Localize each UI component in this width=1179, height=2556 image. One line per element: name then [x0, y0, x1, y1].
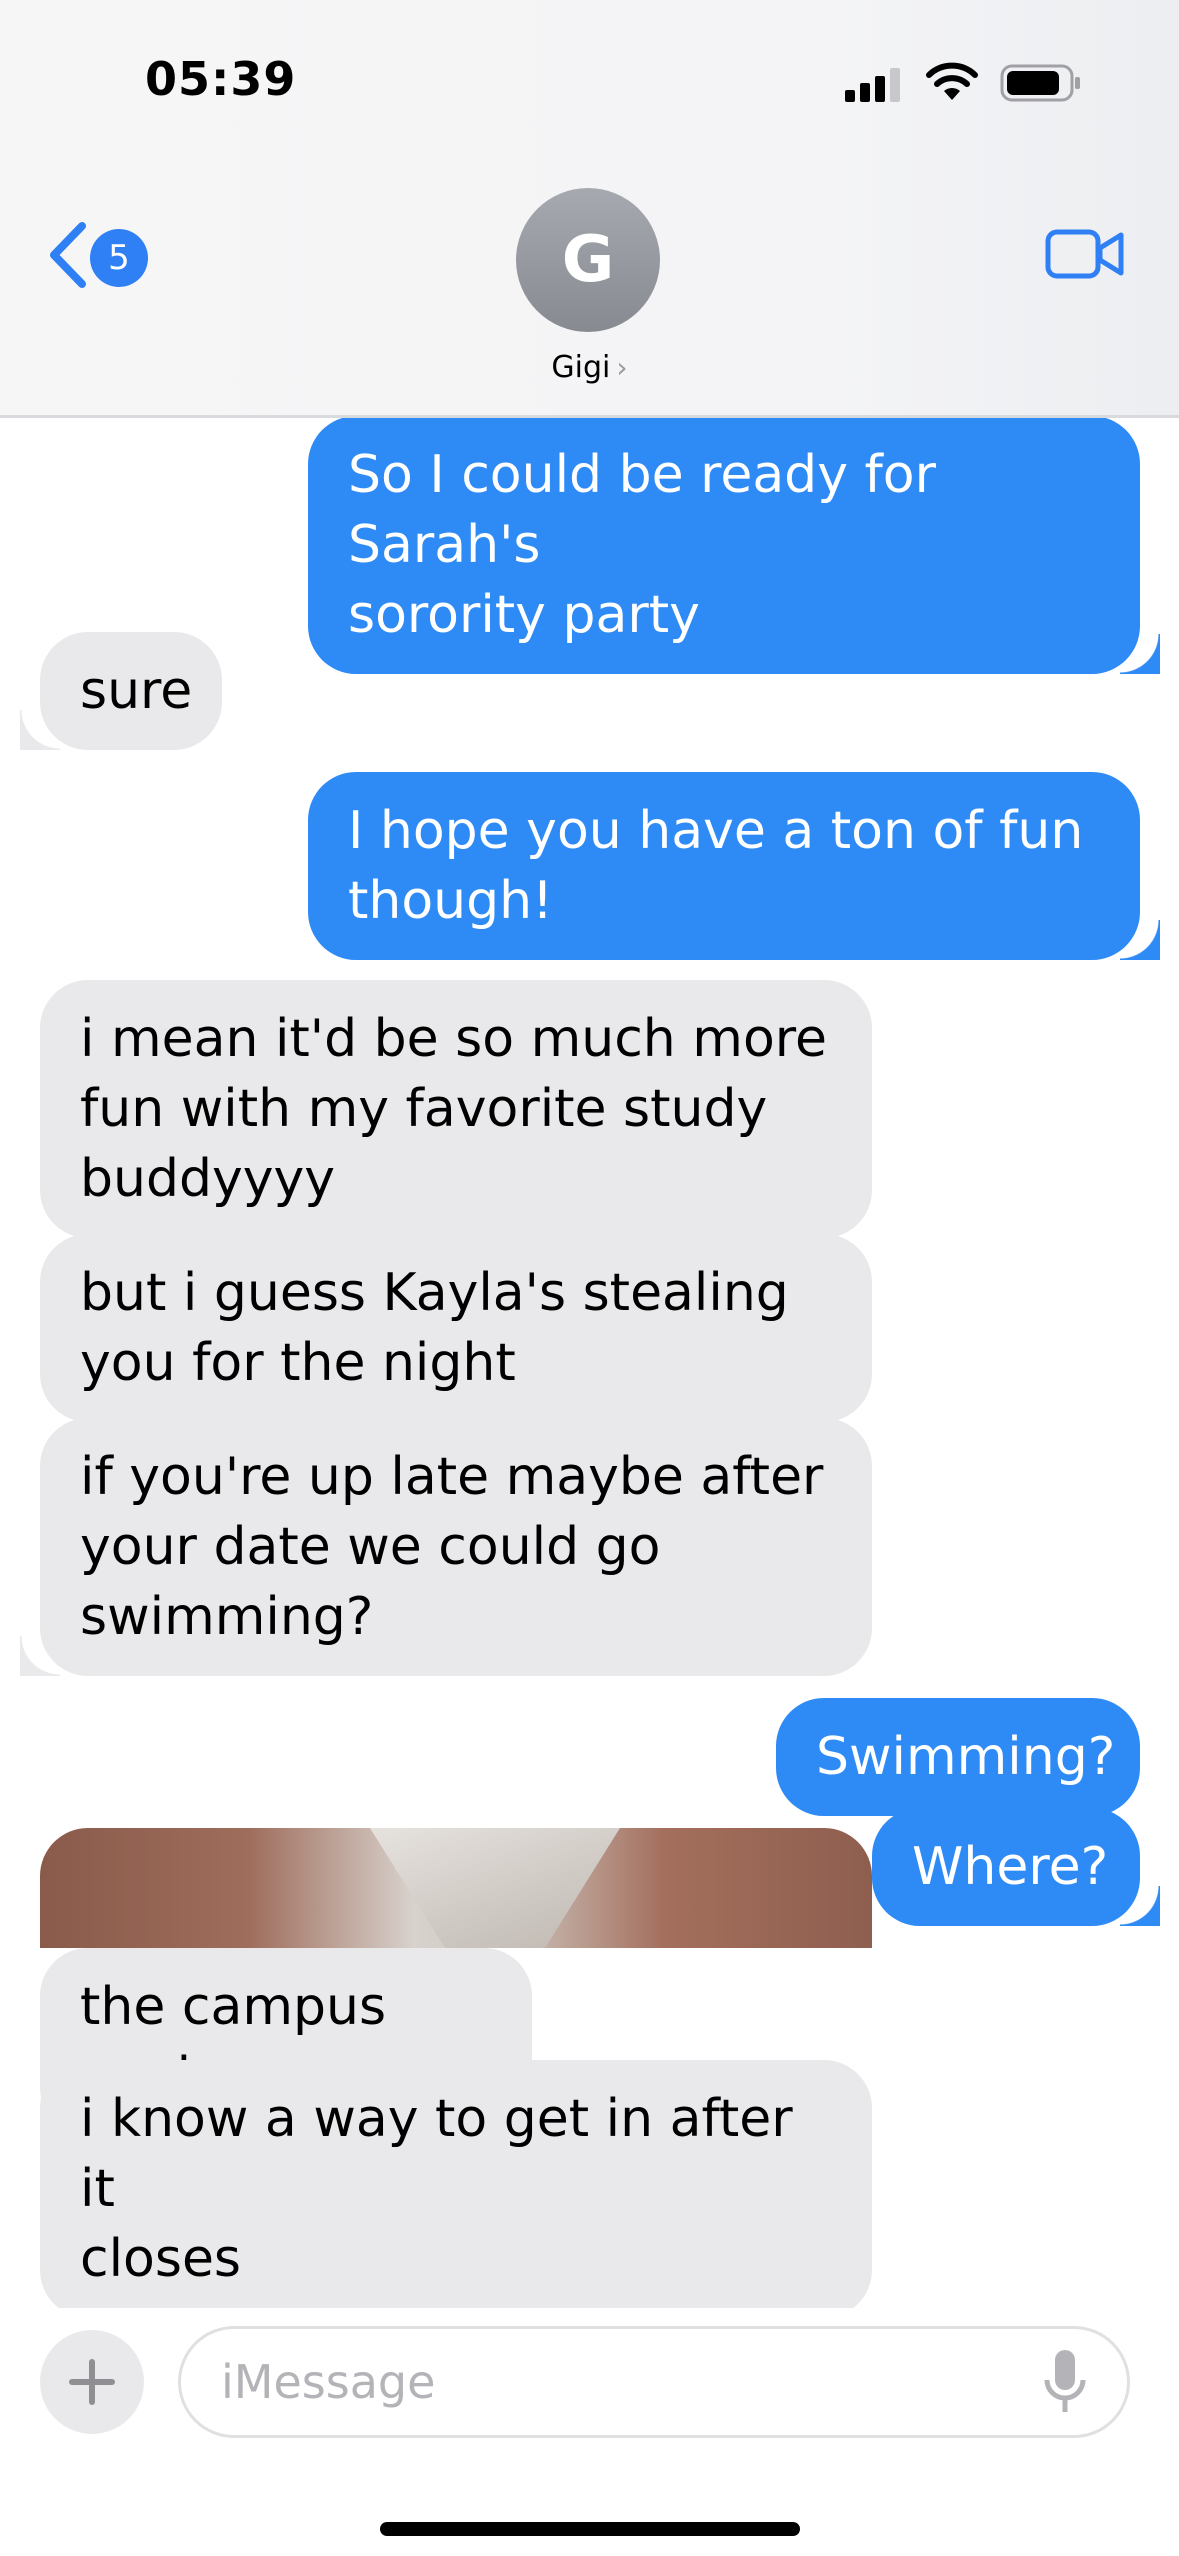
- message-bubble-incoming[interactable]: sure: [20, 632, 222, 750]
- contact-name[interactable]: Gigi ›: [0, 350, 1179, 385]
- message-composer: iMessage: [0, 2308, 1179, 2556]
- chevron-right-icon: ›: [616, 351, 628, 384]
- battery-icon: [1000, 64, 1080, 102]
- message-bubble-outgoing[interactable]: So I could be ready for Sarah's sorority…: [308, 418, 1160, 674]
- message-bubble-outgoing[interactable]: I hope you have a ton of fun though!: [308, 772, 1160, 960]
- cellular-signal-icon: [845, 68, 900, 102]
- contact-name-label: Gigi: [551, 350, 611, 385]
- conversation-header: 05:39 5 G Gigi ›: [0, 0, 1179, 418]
- message-bubble-incoming[interactable]: but i guess Kayla's stealing you for the…: [40, 1234, 872, 1422]
- message-bubble-incoming[interactable]: i mean it'd be so much more fun with my …: [40, 980, 872, 1238]
- message-thread[interactable]: So I could be ready for Sarah's sorority…: [0, 418, 1179, 2308]
- plus-icon: [69, 2359, 115, 2405]
- add-attachment-button[interactable]: [40, 2330, 144, 2434]
- wifi-icon: [926, 62, 978, 100]
- imessage-placeholder: iMessage: [221, 2355, 436, 2409]
- message-bubble-incoming[interactable]: i know a way to get in after it closes: [40, 2060, 872, 2308]
- avatar[interactable]: G: [516, 188, 660, 332]
- message-bubble-outgoing[interactable]: Where?: [872, 1808, 1160, 1926]
- microphone-icon[interactable]: [1030, 2336, 1100, 2436]
- status-time: 05:39: [145, 52, 297, 106]
- photo-attachment[interactable]: [40, 1828, 872, 1948]
- unread-badge: 5: [90, 229, 148, 287]
- imessage-input[interactable]: iMessage: [178, 2326, 1130, 2438]
- home-indicator[interactable]: [380, 2522, 800, 2536]
- video-camera-icon[interactable]: [1045, 226, 1125, 282]
- message-bubble-outgoing[interactable]: Swimming?: [776, 1698, 1140, 1816]
- message-bubble-incoming[interactable]: if you're up late maybe after your date …: [20, 1418, 872, 1676]
